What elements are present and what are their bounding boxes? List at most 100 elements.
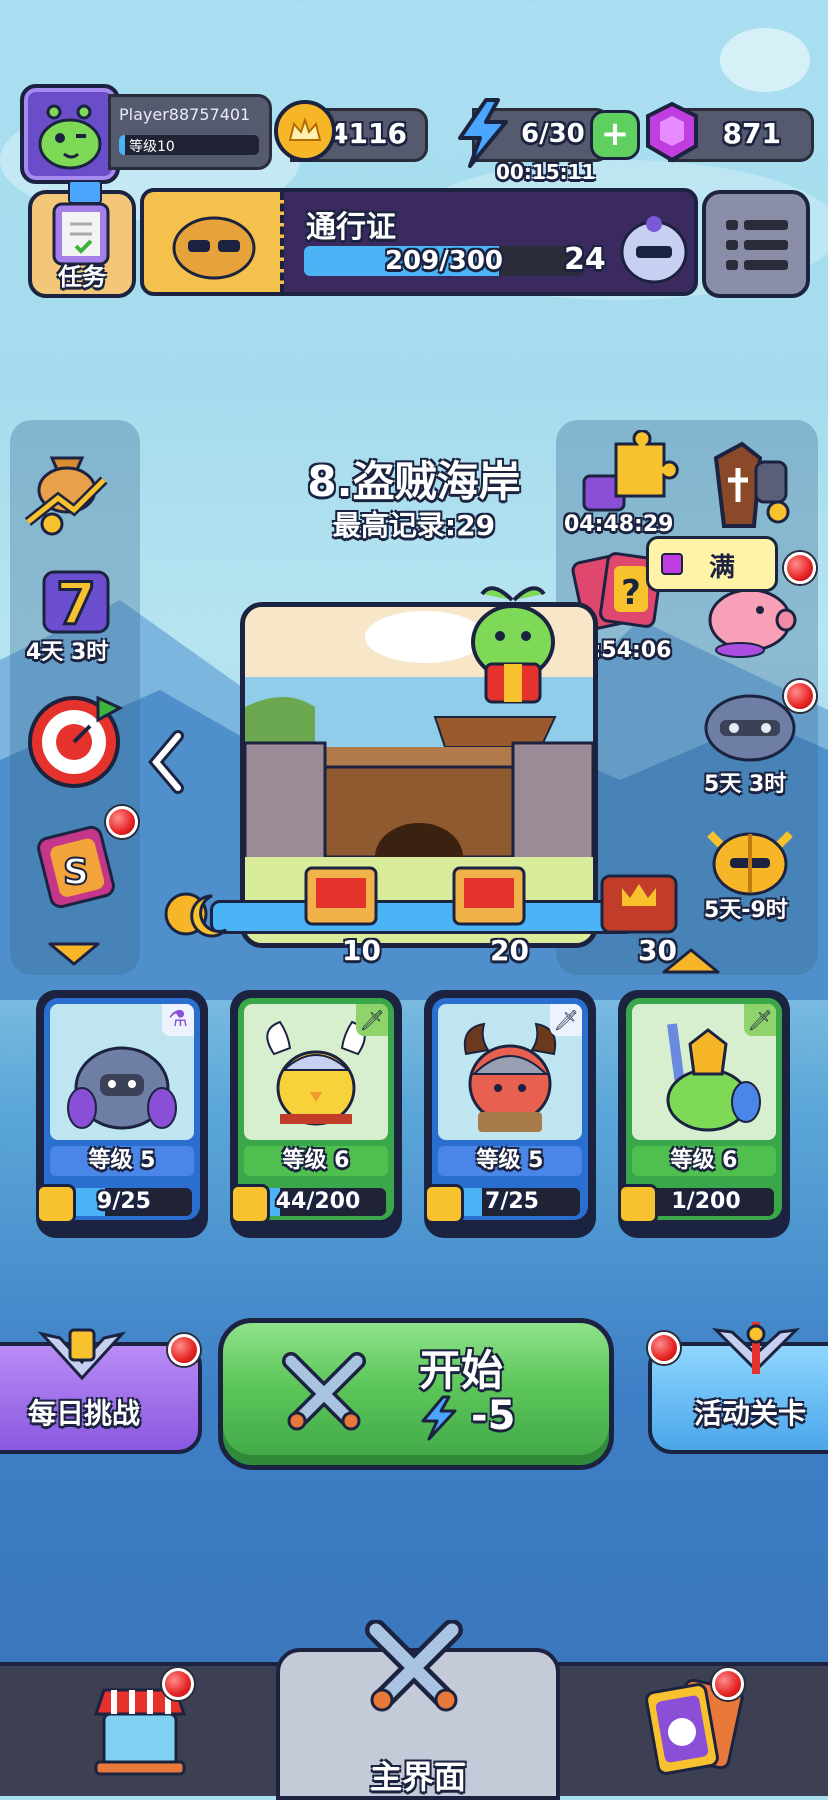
sword-badge-icon: 🗡 [550,1004,582,1036]
puzzle-piece-icon [618,1184,658,1224]
gem-count: 871 [722,117,781,150]
hero-level: 等级 6 [632,1146,776,1176]
svg-text:?: ? [621,573,641,613]
puzzle-piece-icon [36,1184,76,1224]
best-record: 最高记录:29 [332,509,496,542]
gem-icon [640,100,704,164]
hero-card[interactable]: 🗡 等级 6 44/200 [230,990,402,1238]
lightning-icon [452,98,512,168]
puzzle-event-button[interactable]: 04:48:29 [564,430,680,540]
crown-icon [272,98,338,164]
hero-progress-bar: 1/200 [638,1188,774,1216]
reward-chest-10[interactable] [302,862,380,930]
player-name: Player88757401 [119,105,251,124]
hero-progress-bar: 9/25 [56,1188,192,1216]
player-info[interactable]: Player88757401 等级10 [108,94,272,170]
start-cost: -5 [471,1393,516,1439]
notification-dot [648,1332,680,1364]
puzzle-event-timer: 04:48:29 [564,512,674,537]
quest-crown-icon [68,180,102,204]
treasure-chest-icon [304,866,378,926]
hero-character [458,580,568,710]
notification-dot [162,1668,194,1700]
growth-fund-button[interactable] [22,438,122,538]
add-energy-button[interactable]: + [590,110,640,160]
small-gem-icon [661,553,683,575]
notification-dot [784,552,816,584]
shield-wings-icon [34,1326,130,1386]
piggy-bank-full-tag[interactable]: 满 [646,536,778,592]
crown-count: 4116 [329,117,407,150]
daily-challenge-label: 每日挑战 [28,1397,141,1430]
coffin-event-button[interactable] [694,438,798,538]
sword-badge-icon: 🗡 [744,1004,776,1036]
chevron-down-icon[interactable] [46,938,102,968]
golden-helmet-icon [707,831,793,896]
golden-helmet-timer: 5天-9时 [704,898,788,923]
seven-icon: 7 [42,569,110,640]
hero-progress-bar: 7/25 [444,1188,580,1216]
player-level-bar: 等级10 [119,135,259,155]
battle-pass-banner[interactable]: 通行证 209/300 24 [140,188,698,296]
treasure-chest-icon [452,866,526,926]
lightning-icon [421,1395,457,1441]
spin-wheel-button[interactable] [24,690,124,790]
target-timer-icon [28,695,124,788]
quest-label: 任务 [58,263,106,291]
reward-chest-20[interactable] [450,862,528,930]
reward-chest-30[interactable] [598,868,680,938]
notification-dot [784,680,816,712]
hero-progress: 44/200 [275,1189,361,1214]
puzzle-piece-icon [230,1184,270,1224]
potion-badge-icon: ⚗ [162,1004,194,1036]
piggy-bank-full-label: 满 [709,553,736,583]
menu-button[interactable] [702,190,810,298]
goblin-event-timer: 5天 3时 [704,772,787,797]
sword-badge-icon: 🗡 [356,1004,388,1036]
notification-dot [106,806,138,838]
slime-avatar-icon [38,104,102,170]
hero-card[interactable]: ⚗ 等级 5 9/25 [36,990,208,1238]
coffin-icon [713,441,790,528]
quest-button[interactable]: 任务 [28,190,136,298]
battle-pass-progress-bar: 209/300 [304,246,584,276]
money-bag-chart-icon [24,456,108,536]
battle-pass-title: 通行证 [306,210,396,245]
green-slime-hero-icon [471,586,555,704]
battle-pass-level: 24 [564,242,606,277]
stage-name: 8.盗贼海岸 [307,457,521,506]
player-avatar[interactable] [20,84,120,184]
sunglasses-chest-icon [172,216,256,280]
puzzle-piece-icon [424,1184,464,1224]
notification-dot [712,1668,744,1700]
hero-level: 等级 6 [244,1146,388,1176]
reward-cost-10: 10 [342,934,381,967]
hero-level: 等级 5 [438,1146,582,1176]
golden-helmet-event-button[interactable]: 5天-9时 [690,818,810,928]
nav-cards[interactable] [552,1666,828,1792]
reward-cost-20: 20 [490,934,529,967]
sword-shield-icon [708,1320,804,1382]
player-level: 等级10 [129,139,175,155]
reward-cost-30: 30 [638,934,677,967]
hero-level: 等级 5 [50,1146,194,1176]
start-button[interactable]: 开始 -5 [218,1318,614,1470]
start-label: 开始 [419,1346,504,1395]
event-stage-label: 活动关卡 [694,1397,807,1430]
crossed-swords-icon [365,1620,463,1712]
battle-pass-progress: 209/300 [384,246,504,276]
lucky-seven-event[interactable]: 7 4天 3时 [22,560,132,670]
battle-pass-ticket [144,192,284,292]
svg-text:S: S [63,852,89,893]
lucky-seven-timer: 4天 3时 [26,640,109,665]
chevron-left-icon[interactable] [146,730,186,794]
hero-card[interactable]: 🗡 等级 6 1/200 [618,990,790,1238]
hero-card[interactable]: 🗡 等级 5 7/25 [424,990,596,1238]
royal-chest-icon [600,874,678,934]
energy-timer: 00:15:11 [496,160,596,184]
list-menu-icon [726,220,788,270]
sun-moon-icon [154,880,234,950]
nav-shop[interactable] [0,1666,276,1792]
hero-progress: 1/200 [671,1189,741,1214]
nav-home-label: 主界面 [369,1758,466,1796]
